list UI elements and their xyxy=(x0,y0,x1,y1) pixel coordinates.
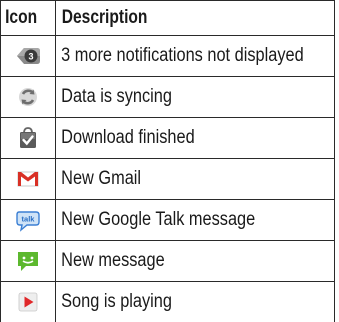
description-cell: Data is syncing xyxy=(56,77,335,118)
message-bubble-icon xyxy=(13,249,43,273)
header-description: Description xyxy=(56,1,335,36)
icon-cell xyxy=(1,118,56,159)
icon-cell: talk xyxy=(1,200,56,241)
table-row: Song is playing xyxy=(1,282,335,322)
icon-cell: 3 xyxy=(1,36,56,77)
google-talk-bubble-icon: talk xyxy=(13,208,43,232)
description-cell: New Gmail xyxy=(56,159,335,200)
description-cell: Song is playing xyxy=(56,282,335,322)
table-row: talk New Google Talk message xyxy=(1,200,335,241)
table-row: New message xyxy=(1,241,335,282)
talk-label: talk xyxy=(22,215,36,224)
table-row: Download finished xyxy=(1,118,335,159)
description-cell: New Google Talk message xyxy=(56,200,335,241)
header-icon: Icon xyxy=(1,1,56,36)
description-cell: Download finished xyxy=(56,118,335,159)
table-row: 3 3 more notifications not displayed xyxy=(1,36,335,77)
download-finished-bag-icon xyxy=(13,126,43,150)
table-header-row: Icon Description xyxy=(1,1,335,36)
table-row: Data is syncing xyxy=(1,77,335,118)
header-description-label: Description xyxy=(56,7,147,29)
description-cell: 3 more notifications not displayed xyxy=(56,36,335,77)
description-cell: New message xyxy=(56,241,335,282)
icon-cell xyxy=(1,159,56,200)
icon-cell xyxy=(1,77,56,118)
icon-cell xyxy=(1,282,56,322)
sync-arrows-icon xyxy=(13,85,43,109)
badge-count: 3 xyxy=(28,52,33,62)
status-icons-table: Icon Description 3 3 more notifications … xyxy=(0,0,335,322)
play-icon xyxy=(13,290,43,314)
more-notifications-badge-icon: 3 xyxy=(13,44,43,68)
icon-cell xyxy=(1,241,56,282)
header-icon-label: Icon xyxy=(1,7,37,29)
gmail-envelope-icon xyxy=(13,167,43,191)
table-row: New Gmail xyxy=(1,159,335,200)
